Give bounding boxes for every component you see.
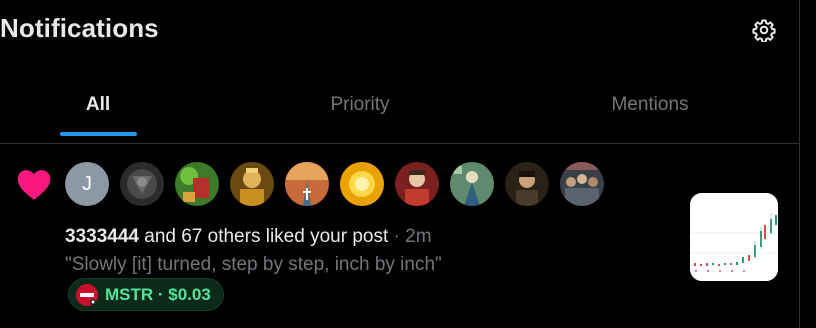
avatar[interactable] bbox=[395, 162, 439, 206]
tab-priority-label: Priority bbox=[330, 94, 390, 115]
tab-priority[interactable]: Priority bbox=[262, 74, 458, 136]
user-name[interactable]: 3333444 bbox=[65, 226, 139, 247]
avatar-green-red bbox=[175, 162, 219, 206]
settings-button[interactable] bbox=[750, 16, 778, 44]
heart-icon bbox=[17, 170, 51, 200]
tab-bar: All Priority Mentions bbox=[0, 74, 800, 136]
notification-summary: 3333444 and 67 others liked your post · … bbox=[65, 226, 432, 248]
tab-all-label: All bbox=[85, 94, 111, 115]
avatar-portrait-gold bbox=[230, 162, 274, 206]
avatar[interactable] bbox=[175, 162, 219, 206]
avatar-road-cross bbox=[285, 162, 329, 206]
avatar-gray-emblem bbox=[120, 162, 164, 206]
action-text: and 67 others liked your post bbox=[144, 226, 389, 247]
separator: · bbox=[393, 226, 400, 247]
avatar[interactable] bbox=[285, 162, 329, 206]
page-title: Notifications bbox=[0, 13, 159, 43]
ticker-chip[interactable]: MSTR · $0.03 bbox=[68, 278, 224, 311]
like-notification[interactable]: J 3333444 and 67 others liked your post … bbox=[0, 144, 800, 328]
post-preview-text: "Slowly [it] turned, step by step, inch … bbox=[65, 254, 442, 275]
avatar[interactable] bbox=[450, 162, 494, 206]
avatar[interactable] bbox=[340, 162, 384, 206]
tab-all[interactable]: All bbox=[0, 74, 196, 136]
ticker-label: MSTR · $0.03 bbox=[105, 284, 211, 304]
notifications-panel: Notifications All Priority Mentions J 33… bbox=[0, 0, 800, 328]
avatar-portrait-dark bbox=[505, 162, 549, 206]
avatar-sun bbox=[340, 162, 384, 206]
mstr-logo-icon bbox=[76, 283, 98, 306]
candlestick-chart-thumbnail bbox=[690, 193, 778, 281]
timestamp: 2m bbox=[405, 226, 432, 247]
avatar[interactable] bbox=[120, 162, 164, 206]
gear-icon bbox=[752, 19, 776, 42]
avatar-crowd bbox=[560, 162, 604, 206]
post-thumbnail[interactable] bbox=[690, 193, 778, 281]
tab-mentions[interactable]: Mentions bbox=[552, 74, 748, 136]
active-tab-indicator bbox=[60, 132, 137, 136]
avatar-figure-teal bbox=[450, 162, 494, 206]
avatar[interactable] bbox=[560, 162, 604, 206]
avatar[interactable] bbox=[230, 162, 274, 206]
header: Notifications bbox=[0, 0, 800, 60]
avatar-portrait-red bbox=[395, 162, 439, 206]
tab-mentions-label: Mentions bbox=[611, 94, 689, 115]
avatar[interactable]: J bbox=[65, 162, 109, 206]
avatar[interactable] bbox=[505, 162, 549, 206]
avatar-initial: J bbox=[82, 172, 92, 195]
